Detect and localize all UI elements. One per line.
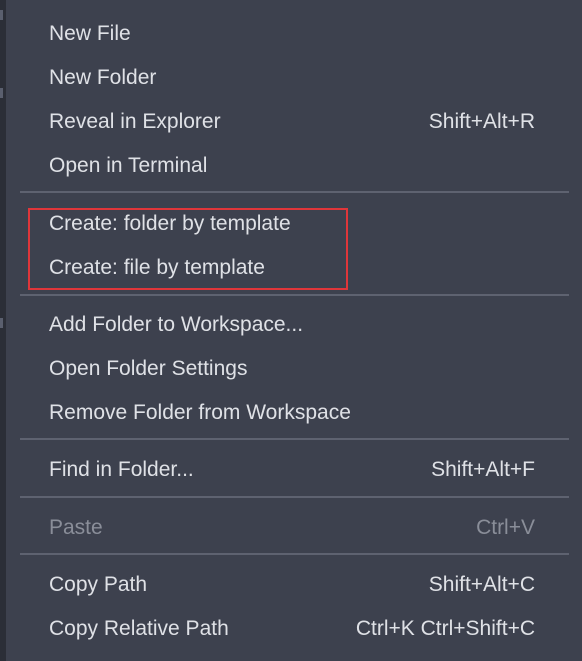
menu-item-paste: Paste Ctrl+V bbox=[6, 506, 582, 550]
edge-mark bbox=[0, 318, 3, 328]
explorer-context-menu: New File New Folder Reveal in Explorer S… bbox=[6, 0, 582, 661]
menu-separator bbox=[20, 294, 569, 296]
menu-separator bbox=[20, 553, 569, 555]
menu-item-shortcut: Shift+Alt+C bbox=[428, 573, 535, 596]
menu-item-label: Create: folder by template bbox=[49, 212, 291, 235]
menu-item-label: Reveal in Explorer bbox=[49, 110, 221, 133]
menu-item-remove-folder-from-workspace[interactable]: Remove Folder from Workspace bbox=[6, 391, 582, 435]
menu-item-add-folder-to-workspace[interactable]: Add Folder to Workspace... bbox=[6, 303, 582, 347]
menu-item-label: Add Folder to Workspace... bbox=[49, 313, 304, 336]
menu-item-shortcut: Ctrl+K Ctrl+Shift+C bbox=[355, 617, 535, 640]
menu-item-label: Remove Folder from Workspace bbox=[49, 401, 351, 424]
menu-item-shortcut: Shift+Alt+R bbox=[428, 110, 535, 133]
menu-item-create-folder-by-template[interactable]: Create: folder by template bbox=[6, 202, 582, 246]
menu-item-new-file[interactable]: New File bbox=[6, 12, 582, 56]
menu-item-label: Copy Path bbox=[49, 573, 148, 596]
menu-item-open-in-terminal[interactable]: Open in Terminal bbox=[6, 144, 582, 188]
menu-separator bbox=[20, 191, 569, 193]
menu-item-label: New File bbox=[49, 22, 131, 45]
menu-item-copy-relative-path[interactable]: Copy Relative Path Ctrl+K Ctrl+Shift+C bbox=[6, 607, 582, 651]
menu-separator bbox=[20, 496, 569, 498]
menu-item-create-file-by-template[interactable]: Create: file by template bbox=[6, 246, 582, 290]
menu-item-label: Find in Folder... bbox=[49, 458, 194, 481]
menu-item-shortcut: Shift+Alt+F bbox=[431, 458, 535, 481]
menu-item-find-in-folder[interactable]: Find in Folder... Shift+Alt+F bbox=[6, 448, 582, 492]
menu-item-label: New Folder bbox=[49, 66, 157, 89]
menu-item-shortcut: Ctrl+V bbox=[476, 516, 535, 539]
context-menu-screen: New File New Folder Reveal in Explorer S… bbox=[0, 0, 582, 661]
menu-separator bbox=[20, 438, 569, 440]
menu-item-label: Paste bbox=[49, 516, 103, 539]
menu-item-label: Open in Terminal bbox=[49, 154, 208, 177]
menu-item-copy-path[interactable]: Copy Path Shift+Alt+C bbox=[6, 563, 582, 607]
edge-mark bbox=[0, 10, 3, 20]
edge-mark bbox=[0, 88, 3, 98]
menu-item-label: Copy Relative Path bbox=[49, 617, 229, 640]
menu-item-open-folder-settings[interactable]: Open Folder Settings bbox=[6, 347, 582, 391]
menu-item-reveal-in-explorer[interactable]: Reveal in Explorer Shift+Alt+R bbox=[6, 100, 582, 144]
menu-item-label: Create: file by template bbox=[49, 256, 265, 279]
menu-item-new-folder[interactable]: New Folder bbox=[6, 56, 582, 100]
menu-item-label: Open Folder Settings bbox=[49, 357, 248, 380]
